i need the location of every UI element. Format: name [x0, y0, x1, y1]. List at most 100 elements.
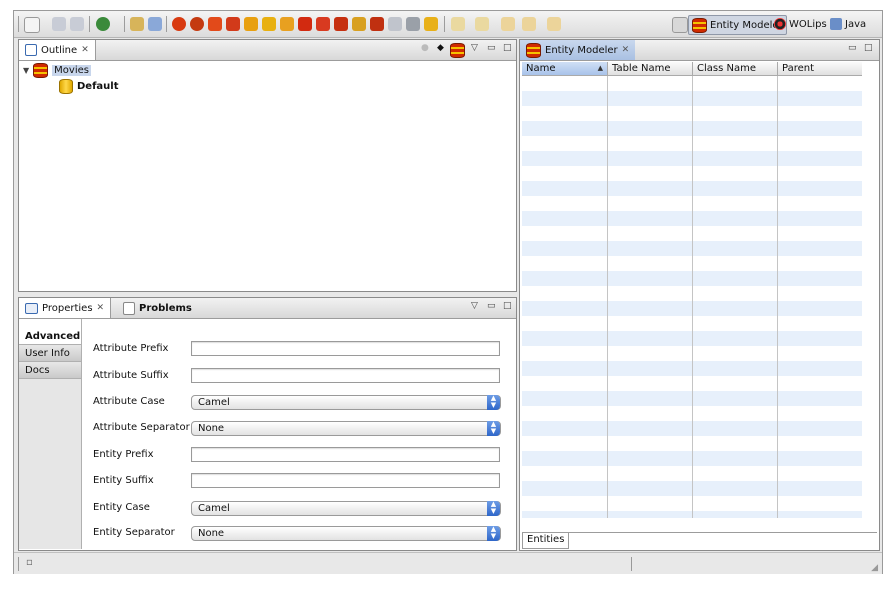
entity-modeler-icon: [692, 17, 707, 33]
eomodel-icon: [33, 63, 49, 78]
entity-suffix-field[interactable]: [191, 473, 500, 488]
expand-toggle-icon[interactable]: ▼: [23, 66, 29, 75]
editor-tab-row: Entity Modeler ✕ ▭ □: [520, 40, 879, 61]
new-attribute-icon[interactable]: [190, 17, 204, 31]
inheritance-icon[interactable]: [316, 17, 330, 31]
tab-entities[interactable]: Entities: [522, 533, 570, 549]
toolbar-separator: [124, 16, 125, 32]
status-separator: [18, 557, 19, 571]
side-tab-advanced[interactable]: Advanced: [19, 329, 81, 345]
database-icon[interactable]: [424, 17, 438, 31]
status-bar: ▫ ◢: [14, 552, 882, 574]
columns-icon[interactable]: [388, 17, 402, 31]
run-icon[interactable]: [96, 17, 110, 31]
open-perspective-icon[interactable]: [672, 17, 688, 33]
entity-case-select[interactable]: Camel ▲ ▼: [191, 501, 501, 516]
view-menu-icon[interactable]: ▽: [471, 301, 478, 311]
new-argument-icon[interactable]: [262, 17, 276, 31]
column-header-name[interactable]: Name ▲: [522, 62, 608, 76]
link-icon[interactable]: ●: [421, 43, 429, 53]
java-icon: [830, 18, 842, 30]
sort-ascending-icon: ▲: [597, 64, 603, 72]
perspective-wolips[interactable]: WOLips: [771, 15, 830, 33]
close-icon[interactable]: ✕: [622, 45, 630, 55]
outline-tab-row: Outline ✕ ● ◆ ▽ ▭ □: [19, 40, 516, 61]
column-header-parent[interactable]: Parent: [778, 62, 862, 76]
select-arrows-icon: ▲ ▼: [487, 395, 500, 410]
maximize-icon[interactable]: □: [503, 301, 512, 311]
workbench-window: Entity Modeler WOLips Java Outline ✕ ● ◆…: [13, 10, 883, 574]
forward-icon[interactable]: [547, 17, 561, 31]
column-header-table-name[interactable]: Table Name: [608, 62, 693, 76]
generate-sql-icon[interactable]: [334, 17, 348, 31]
entities-table: Name ▲ Table Name Class Name Parent: [522, 62, 862, 518]
field-label: Entity Separator: [93, 527, 175, 538]
tree-item-default[interactable]: Default: [59, 79, 119, 94]
new-entity-icon[interactable]: [172, 17, 186, 31]
tab-properties[interactable]: Properties ✕: [19, 298, 112, 318]
model-icon[interactable]: [450, 43, 465, 58]
side-tab-spacer: [19, 319, 81, 329]
attribute-suffix-field[interactable]: [191, 368, 500, 383]
minimize-icon[interactable]: ▭: [487, 301, 496, 311]
new-stored-procedure-icon[interactable]: [244, 17, 258, 31]
previous-annotation-icon[interactable]: [475, 17, 489, 31]
problems-icon: [123, 301, 135, 315]
print-icon[interactable]: [70, 17, 84, 31]
toolbar-separator: [166, 16, 167, 32]
perspective-java[interactable]: Java: [827, 15, 869, 33]
outline-view: Outline ✕ ● ◆ ▽ ▭ □ ▼ Movies Default: [18, 39, 517, 292]
field-label: Attribute Suffix: [93, 370, 169, 381]
maximize-icon[interactable]: □: [864, 43, 873, 53]
entity-prefix-field[interactable]: [191, 447, 500, 462]
pencil-icon[interactable]: [148, 17, 162, 31]
resize-grip-icon[interactable]: ◢: [871, 563, 878, 573]
close-icon[interactable]: ✕: [97, 303, 105, 313]
attribute-case-select[interactable]: Camel ▲ ▼: [191, 395, 501, 410]
select-value: Camel: [198, 503, 230, 514]
attribute-separator-select[interactable]: None ▲ ▼: [191, 421, 501, 436]
save-icon[interactable]: [52, 17, 66, 31]
side-tab-label: Advanced: [25, 331, 81, 342]
field-label: Attribute Prefix: [93, 343, 169, 354]
side-tab-user-info[interactable]: User Info: [19, 346, 81, 362]
entity-separator-select[interactable]: None ▲ ▼: [191, 526, 501, 541]
wolips-icon: [774, 18, 786, 30]
last-edit-icon[interactable]: [501, 17, 515, 31]
column-header-label: Name: [526, 63, 556, 74]
main-toolbar: Entity Modeler WOLips Java: [14, 11, 882, 38]
tab-label: Outline: [41, 44, 78, 56]
fast-view-icon[interactable]: ▫: [26, 557, 33, 568]
table-icon[interactable]: [406, 17, 420, 31]
tree-item-movies[interactable]: ▼ Movies: [23, 63, 91, 78]
back-icon[interactable]: [522, 17, 536, 31]
new-fetch-spec-icon[interactable]: [226, 17, 240, 31]
close-icon[interactable]: ✕: [81, 45, 89, 55]
new-relationship-icon[interactable]: [208, 17, 222, 31]
side-tab-docs[interactable]: Docs: [19, 363, 81, 379]
select-value: Camel: [198, 397, 230, 408]
column-divider: [607, 76, 608, 518]
tab-problems[interactable]: Problems: [117, 298, 198, 318]
tab-outline[interactable]: Outline ✕: [19, 40, 96, 60]
new-icon[interactable]: [24, 17, 40, 33]
minimize-icon[interactable]: ▭: [848, 43, 857, 53]
flatten-icon[interactable]: [298, 17, 312, 31]
column-header-class-name[interactable]: Class Name: [693, 62, 778, 76]
entity-modeler-editor: Entity Modeler ✕ ▭ □ Name ▲ Table Name C…: [519, 39, 880, 551]
sync-icon[interactable]: [352, 17, 366, 31]
filter-icon[interactable]: ◆: [437, 43, 444, 53]
status-separator: [631, 557, 632, 571]
attribute-prefix-field[interactable]: [191, 341, 500, 356]
field-label: Attribute Case: [93, 396, 165, 407]
open-folder-icon[interactable]: [130, 17, 144, 31]
sql-icon[interactable]: [370, 17, 384, 31]
select-arrows-icon: ▲ ▼: [487, 421, 500, 436]
minimize-icon[interactable]: ▭: [487, 43, 496, 53]
maximize-icon[interactable]: □: [503, 43, 512, 53]
new-db-config-icon[interactable]: [280, 17, 294, 31]
view-menu-icon[interactable]: ▽: [471, 43, 478, 53]
tab-entity-modeler[interactable]: Entity Modeler ✕: [520, 40, 636, 60]
next-annotation-icon[interactable]: [451, 17, 465, 31]
tree-item-label: Default: [77, 81, 119, 92]
